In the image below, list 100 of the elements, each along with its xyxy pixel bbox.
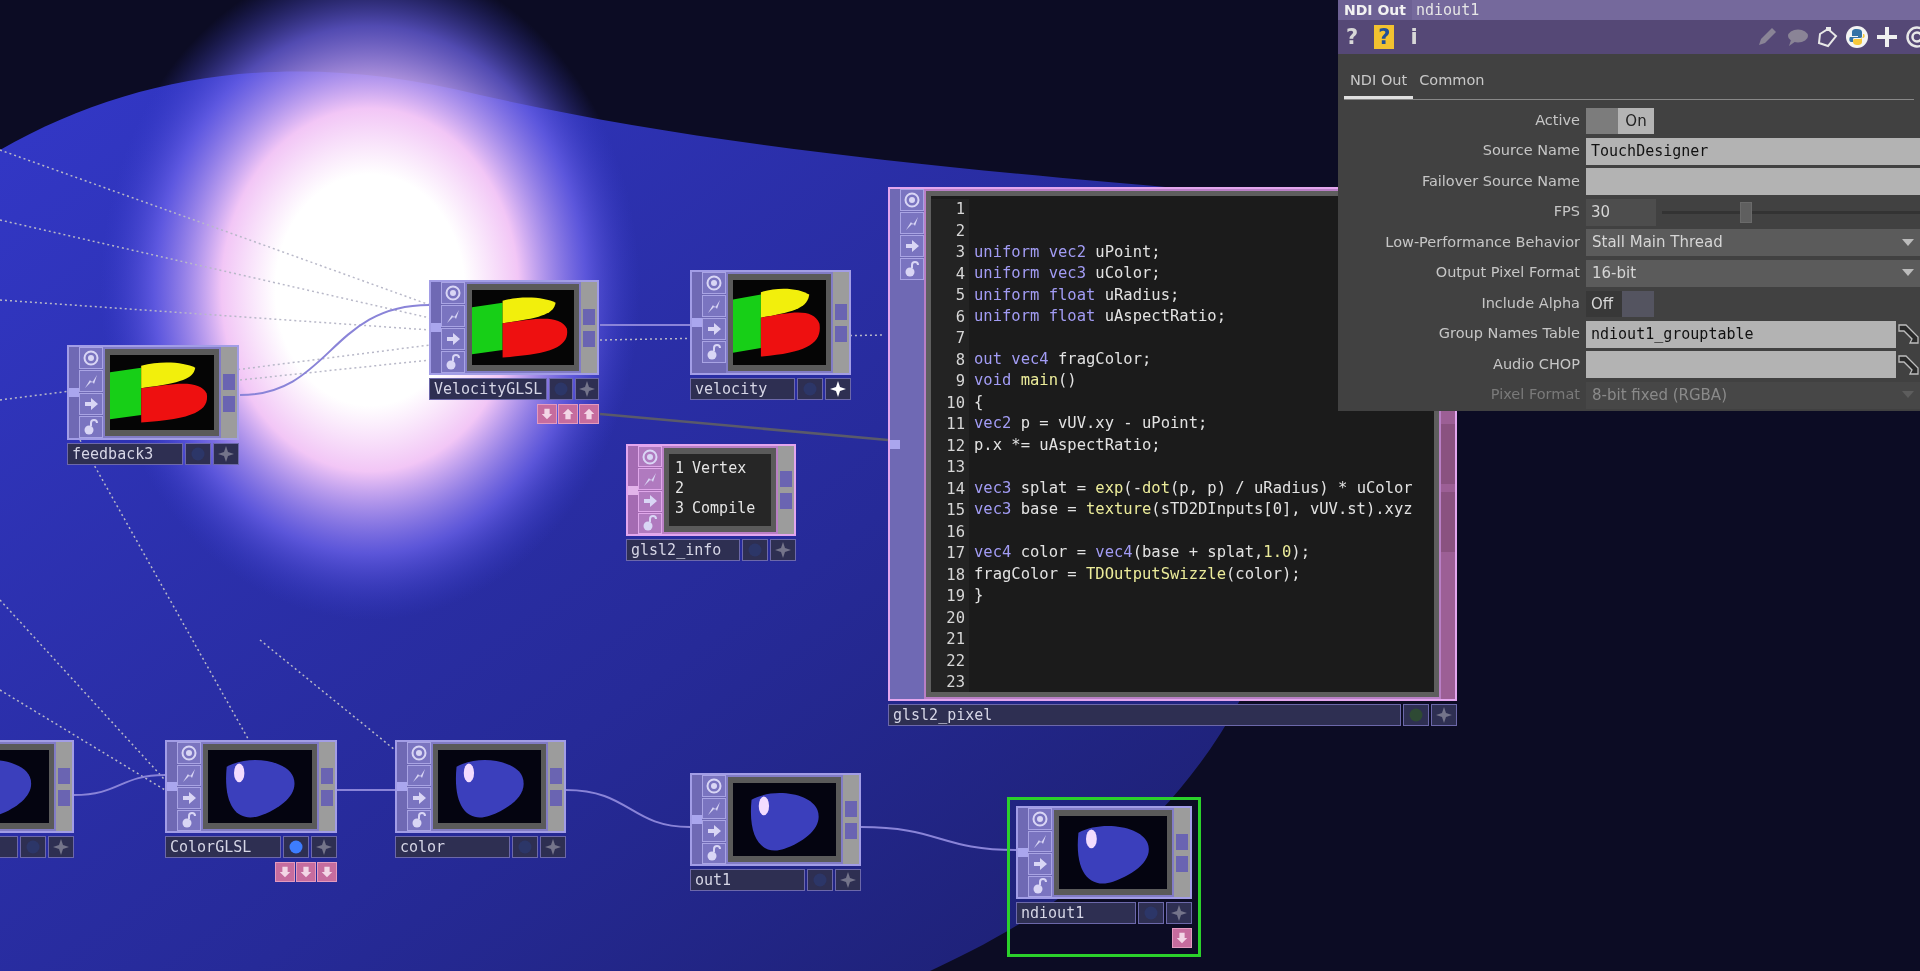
bypass-toggle[interactable]: [79, 370, 103, 392]
operator-node[interactable]: ndiout1: [1007, 797, 1201, 957]
node-name-field[interactable]: feedback3: [67, 443, 183, 465]
cook-toggle[interactable]: [407, 787, 431, 809]
viewer-toggle[interactable]: [702, 775, 726, 797]
output-connector[interactable]: [1176, 855, 1188, 872]
python-help-button[interactable]: ?: [1374, 25, 1395, 49]
viewer-toggle[interactable]: [79, 347, 103, 369]
display-flag-button[interactable]: [549, 378, 574, 400]
text-field[interactable]: [1586, 168, 1920, 195]
cook-toggle[interactable]: [702, 820, 726, 842]
bypass-toggle[interactable]: [900, 212, 924, 234]
lock-toggle[interactable]: [1028, 875, 1052, 897]
input-connector[interactable]: [69, 388, 79, 397]
docked-operator-button[interactable]: [317, 862, 337, 882]
render-flag-button[interactable]: [825, 378, 851, 400]
bypass-toggle[interactable]: [177, 764, 201, 786]
toolbar-button[interactable]: [1846, 26, 1868, 48]
docked-operator-button[interactable]: [275, 862, 295, 882]
bypass-toggle[interactable]: [1028, 830, 1052, 852]
output-connector[interactable]: [845, 822, 857, 839]
docked-operator-button[interactable]: [1172, 928, 1192, 948]
node-name-field[interactable]: glsl2_pixel: [888, 704, 1401, 726]
input-connector[interactable]: [692, 318, 702, 327]
bypass-toggle[interactable]: [638, 468, 662, 490]
output-connector[interactable]: [835, 303, 847, 320]
info-button[interactable]: i: [1408, 25, 1420, 49]
input-connector[interactable]: [692, 815, 702, 824]
input-connector[interactable]: [628, 485, 638, 495]
output-connector[interactable]: [58, 789, 70, 806]
display-flag-button[interactable]: [807, 869, 833, 891]
input-connector[interactable]: [397, 782, 407, 791]
toolbar-button[interactable]: [1816, 26, 1838, 48]
output-connector[interactable]: [550, 767, 562, 784]
viewer-toggle[interactable]: [900, 189, 924, 211]
cook-toggle[interactable]: [1028, 853, 1052, 875]
viewer-toggle[interactable]: [407, 742, 431, 764]
toggle-button[interactable]: Off: [1586, 290, 1654, 317]
display-flag-button[interactable]: [1138, 902, 1164, 924]
output-connector[interactable]: [1176, 833, 1188, 850]
lock-toggle[interactable]: [638, 512, 662, 534]
display-flag-button[interactable]: [185, 443, 211, 465]
output-connector[interactable]: [58, 767, 70, 784]
docked-operator-button[interactable]: [558, 404, 578, 424]
node-name-field[interactable]: ndiout1: [1016, 902, 1136, 924]
text-field[interactable]: TouchDesigner: [1586, 137, 1920, 165]
lock-toggle[interactable]: [79, 416, 103, 438]
display-flag-button[interactable]: [1403, 704, 1429, 726]
cook-toggle[interactable]: [79, 393, 103, 415]
cook-toggle[interactable]: [638, 490, 662, 512]
operator-name-field[interactable]: ndiout1: [1412, 0, 1920, 20]
node-name-field[interactable]: velocity: [690, 378, 795, 400]
output-connector[interactable]: [223, 395, 235, 412]
viewer-toggle[interactable]: [638, 446, 662, 468]
viewer-toggle[interactable]: [441, 282, 465, 304]
cook-toggle[interactable]: [441, 328, 465, 350]
output-connector[interactable]: [223, 373, 235, 390]
display-flag-button[interactable]: [283, 836, 309, 858]
bypass-toggle[interactable]: [702, 295, 726, 317]
cook-toggle[interactable]: [900, 235, 924, 257]
output-connector[interactable]: [321, 767, 333, 784]
display-flag-button[interactable]: [20, 836, 46, 858]
output-connector[interactable]: [845, 800, 857, 817]
node-name-field[interactable]: color: [395, 836, 510, 858]
node-name-field[interactable]: ColorGLSL: [165, 836, 281, 858]
output-connector[interactable]: [550, 789, 562, 806]
viewer-toggle[interactable]: [1028, 808, 1052, 830]
dropdown-menu-field[interactable]: Stall Main Thread: [1586, 229, 1920, 256]
lock-toggle[interactable]: [702, 842, 726, 864]
display-flag-button[interactable]: [742, 539, 768, 561]
text-field[interactable]: [1586, 351, 1896, 378]
lock-toggle[interactable]: [441, 351, 465, 373]
input-connector[interactable]: [167, 782, 177, 791]
node-name-field[interactable]: VelocityGLSL: [429, 378, 548, 400]
dropdown-menu-field[interactable]: 16-bit: [1586, 259, 1920, 287]
node-name-field[interactable]: glsl2_info: [626, 539, 740, 561]
tab[interactable]: Common: [1413, 66, 1491, 99]
input-connector[interactable]: [1018, 848, 1028, 857]
lock-toggle[interactable]: [900, 258, 924, 280]
docked-operator-button[interactable]: [537, 404, 557, 424]
tab[interactable]: NDI Out: [1344, 66, 1414, 99]
output-connector[interactable]: [583, 330, 595, 347]
output-connector[interactable]: [321, 789, 333, 806]
input-connector[interactable]: [890, 439, 900, 449]
slider-thumb[interactable]: [1740, 201, 1753, 223]
value-field[interactable]: 30: [1586, 198, 1656, 226]
viewer-toggle[interactable]: [702, 272, 726, 294]
output-connector[interactable]: [835, 325, 847, 342]
output-connector[interactable]: [583, 308, 595, 325]
docked-operator-button[interactable]: [579, 404, 599, 424]
input-connector[interactable]: [431, 323, 441, 332]
viewer-toggle[interactable]: [177, 742, 201, 764]
drag-arrow-icon[interactable]: [1898, 321, 1920, 347]
docked-operator-button[interactable]: [296, 862, 316, 882]
display-flag-button[interactable]: [512, 836, 538, 858]
toggle-button[interactable]: On: [1586, 107, 1654, 134]
lock-toggle[interactable]: [177, 809, 201, 831]
node-name-field[interactable]: out1: [690, 869, 805, 891]
lock-toggle[interactable]: [702, 341, 726, 363]
text-field[interactable]: ndiout1_grouptable: [1586, 320, 1896, 348]
